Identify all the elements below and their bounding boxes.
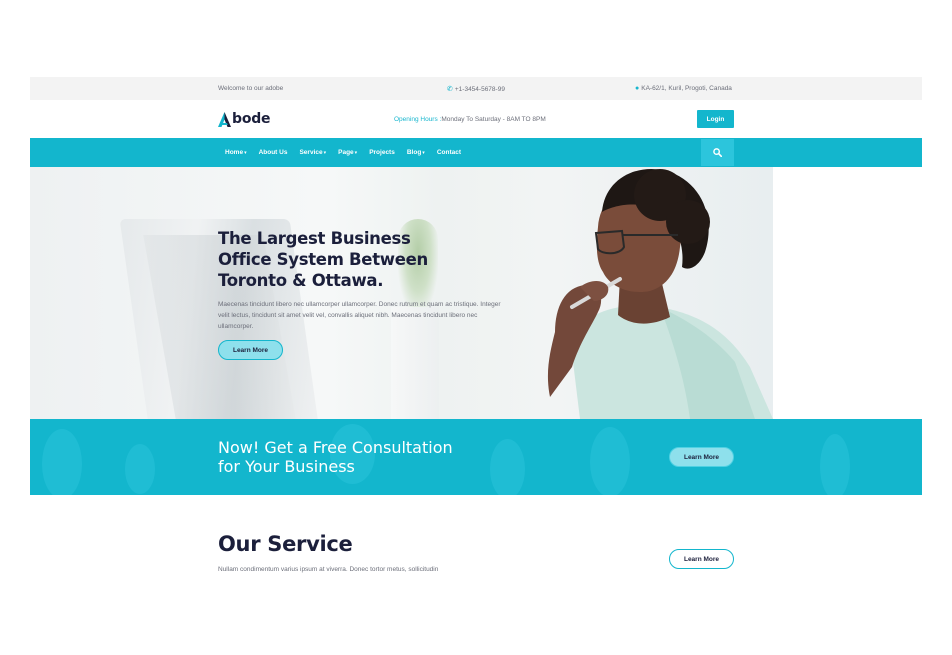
main-nav: Home▾ About Us Service▾ Page▾ Projects Blog▾ C…: [30, 138, 922, 167]
services-learn-more-button[interactable]: Learn More: [669, 549, 734, 569]
nav-item-blog[interactable]: Blog▾: [407, 149, 425, 156]
phone-number[interactable]: +1-3454-5678-99: [455, 86, 505, 93]
consultation-learn-more-button[interactable]: Learn More: [669, 447, 734, 467]
opening-hours-label: Opening Hours :: [394, 116, 442, 123]
banner-decoration: [42, 429, 82, 495]
welcome-text: Welcome to our adobe: [218, 85, 284, 92]
services-title: Our Service: [218, 532, 353, 556]
address-text: KA-62/1, Kuril, Progoti, Canada: [641, 85, 732, 92]
chevron-down-icon: ▾: [354, 150, 358, 156]
phone-contact[interactable]: ✆ +1-3454-5678-99: [447, 85, 505, 93]
hero-title: The Largest Business Office System Betwe…: [218, 228, 458, 291]
hero-learn-more-button[interactable]: Learn More: [218, 340, 283, 360]
nav-item-contact[interactable]: Contact: [437, 149, 461, 156]
consultation-title-line-1: Now! Get a Free Consultation: [218, 438, 453, 457]
phone-icon: ✆: [447, 86, 453, 93]
nav-menu: Home▾ About Us Service▾ Page▾ Projects Blog▾ C…: [225, 138, 473, 167]
nav-item-label: Blog: [406, 149, 422, 156]
banner-decoration: [125, 444, 155, 494]
hero-section: The Largest Business Office System Betwe…: [30, 167, 773, 419]
page: Welcome to our adobe ✆ +1-3454-5678-99 ● K…: [30, 77, 922, 587]
opening-hours-value: Monday To Saturday - 8AM TO 8PM: [441, 116, 546, 123]
nav-item-home[interactable]: Home▾: [225, 149, 247, 156]
hero-title-line-2: Office System Between: [218, 250, 428, 269]
nav-item-label: About Us: [258, 149, 288, 156]
consultation-title: Now! Get a Free Consultation for Your Bu…: [218, 438, 478, 476]
nav-item-label: Contact: [436, 149, 462, 156]
banner-decoration: [490, 439, 525, 495]
nav-item-projects[interactable]: Projects: [369, 149, 395, 156]
hero-title-line-1: The Largest Business: [218, 229, 411, 248]
nav-item-label: Projects: [369, 149, 395, 156]
consultation-title-line-2: for Your Business: [218, 457, 355, 476]
nav-item-label: Home: [225, 149, 244, 156]
hero-title-line-3: Toronto & Ottawa.: [218, 271, 384, 290]
login-button[interactable]: Login: [697, 110, 734, 128]
logo-text: bode: [232, 111, 271, 127]
nav-item-service[interactable]: Service▾: [299, 149, 326, 156]
nav-item-about-us[interactable]: About Us: [259, 149, 288, 156]
search-button[interactable]: [701, 139, 734, 166]
nav-item-page[interactable]: Page▾: [338, 149, 357, 156]
chevron-down-icon: ▾: [244, 150, 247, 156]
chevron-down-icon: ▾: [422, 150, 425, 156]
banner-decoration: [590, 427, 630, 495]
hero-woman-photo: [547, 168, 773, 419]
chevron-down-icon: ▾: [323, 150, 327, 156]
nav-item-label: Page: [338, 149, 354, 156]
address-contact: ● KA-62/1, Kuril, Progoti, Canada: [635, 85, 732, 92]
services-description: Nullam condimentum varius ipsum at viver…: [218, 566, 439, 573]
nav-item-label: Service: [299, 149, 323, 156]
consultation-banner: Now! Get a Free Consultation for Your Bu…: [30, 419, 922, 495]
search-icon: [713, 148, 722, 157]
logo-mark-icon: [218, 111, 231, 127]
site-header: bode Opening Hours :Monday To Saturday -…: [30, 100, 922, 138]
hero-description: Maecenas tincidunt libero nec ullamcorpe…: [218, 301, 501, 330]
top-info-bar: Welcome to our adobe ✆ +1-3454-5678-99 ● K…: [30, 77, 922, 100]
banner-decoration: [820, 434, 850, 495]
site-logo[interactable]: bode: [218, 110, 271, 128]
opening-hours: Opening Hours :Monday To Saturday - 8AM …: [394, 116, 546, 123]
map-pin-icon: ●: [635, 85, 640, 92]
